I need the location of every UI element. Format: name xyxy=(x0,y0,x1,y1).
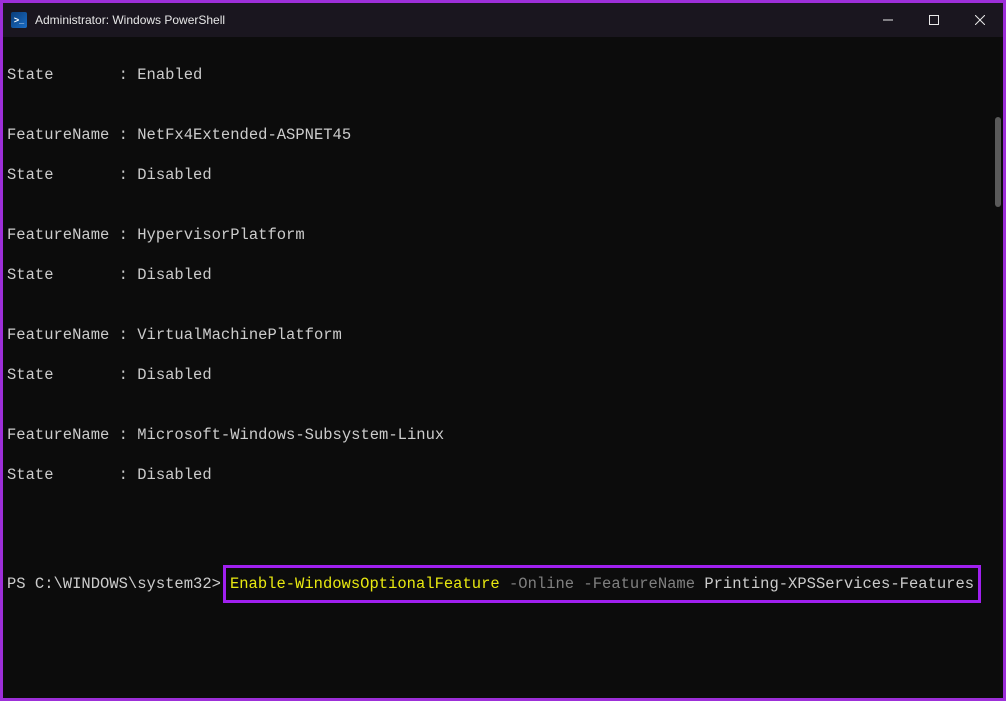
close-icon xyxy=(975,15,985,25)
cmdlet-name: Enable-WindowsOptionalFeature xyxy=(230,575,500,593)
maximize-button[interactable] xyxy=(911,3,957,37)
terminal-output[interactable]: State : Enabled FeatureName : NetFx4Exte… xyxy=(3,37,1003,698)
feature-arg: Printing-XPSServices-Features xyxy=(695,575,974,593)
output-line: FeatureName : Microsoft-Windows-Subsyste… xyxy=(7,425,999,445)
window-controls xyxy=(865,3,1003,37)
window-title: Administrator: Windows PowerShell xyxy=(35,13,225,27)
prompt-line: PS C:\WINDOWS\system32>Enable-WindowsOpt… xyxy=(7,565,999,603)
output-line: FeatureName : HypervisorPlatform xyxy=(7,225,999,245)
maximize-icon xyxy=(929,15,939,25)
scrollbar-thumb[interactable] xyxy=(995,117,1001,207)
output-line: FeatureName : NetFx4Extended-ASPNET45 xyxy=(7,125,999,145)
prompt-prefix: PS C:\WINDOWS\system32> xyxy=(7,574,221,594)
close-button[interactable] xyxy=(957,3,1003,37)
output-line: State : Enabled xyxy=(7,65,999,85)
output-line: State : Disabled xyxy=(7,365,999,385)
param-featurename: -FeatureName xyxy=(574,575,695,593)
minimize-button[interactable] xyxy=(865,3,911,37)
output-line: State : Disabled xyxy=(7,265,999,285)
titlebar[interactable]: >_ Administrator: Windows PowerShell xyxy=(3,3,1003,37)
output-line: FeatureName : VirtualMachinePlatform xyxy=(7,325,999,345)
command-highlight: Enable-WindowsOptionalFeature -Online -F… xyxy=(223,565,981,603)
output-line: State : Disabled xyxy=(7,165,999,185)
output-line: State : Disabled xyxy=(7,465,999,485)
titlebar-left: >_ Administrator: Windows PowerShell xyxy=(11,12,225,28)
powershell-window: >_ Administrator: Windows PowerShell Sta… xyxy=(0,0,1006,701)
powershell-icon: >_ xyxy=(11,12,27,28)
param-online: -Online xyxy=(500,575,574,593)
minimize-icon xyxy=(883,15,893,25)
